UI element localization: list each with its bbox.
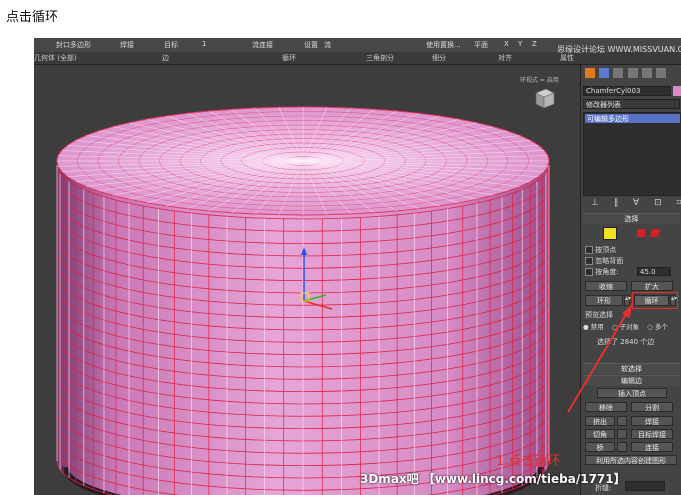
site-logo: 思缘设计论坛 WWW.MISSVUAN.COM bbox=[557, 45, 681, 54]
by-angle-label: 按角度: bbox=[595, 268, 619, 276]
object-color-swatch[interactable] bbox=[673, 86, 681, 96]
target-button[interactable]: 目标 bbox=[164, 40, 178, 50]
ribbon-triangulate[interactable]: 三角剖分 bbox=[366, 53, 394, 63]
command-panel: 思缘设计论坛 WWW.MISSVUAN.COM ChamferCyl003 修改… bbox=[557, 45, 681, 495]
target-weld-button[interactable]: 目标焊接 bbox=[631, 429, 673, 439]
flow-button[interactable]: 流 bbox=[324, 40, 331, 50]
planar-button[interactable]: 平面 bbox=[474, 40, 488, 50]
ring-button[interactable]: 环形 bbox=[585, 295, 623, 306]
ignore-backface-label: 忽略背面 bbox=[595, 257, 624, 265]
by-angle-row[interactable]: 按角度: bbox=[585, 267, 619, 277]
border-mode-icon[interactable] bbox=[637, 229, 645, 237]
stack-item-editable-poly[interactable]: 可编辑多边形 bbox=[585, 114, 680, 123]
connect-button[interactable]: 连接 bbox=[631, 442, 673, 452]
ribbon-edges[interactable]: 边 bbox=[162, 53, 169, 63]
annotation-text: 1.点击循环 bbox=[496, 454, 561, 469]
object-name-field[interactable]: ChamferCyl003 bbox=[583, 86, 671, 96]
preview-disabled-radio[interactable]: ● 禁用 bbox=[583, 323, 604, 331]
create-tab-icon[interactable] bbox=[585, 68, 595, 78]
by-vertex-row[interactable]: 按顶点 bbox=[585, 245, 616, 255]
cap-poly-button[interactable]: 封口多边形 bbox=[56, 40, 91, 50]
display-tab-icon[interactable] bbox=[641, 68, 652, 78]
chamfer-settings-button[interactable] bbox=[617, 429, 627, 439]
modifier-stack: 可编辑多边形 bbox=[583, 112, 681, 196]
panel-tab-icons bbox=[585, 68, 667, 80]
bridge-settings-button[interactable] bbox=[617, 442, 627, 452]
angle-value-field[interactable]: 45.0 bbox=[637, 267, 671, 276]
preview-options: ● 禁用 ○ 子对象 ○ 多个 bbox=[583, 321, 668, 331]
preview-select-label: 预览选择 bbox=[585, 311, 613, 319]
weld-button[interactable]: 焊接 bbox=[120, 40, 134, 50]
settings-button[interactable]: 设置 bbox=[304, 40, 318, 50]
chamfer-button[interactable]: 切角 bbox=[585, 429, 615, 439]
axis-y-button[interactable]: Y bbox=[518, 40, 522, 48]
remove-button[interactable]: 移除 bbox=[585, 402, 627, 412]
cylinder-mesh[interactable] bbox=[34, 65, 580, 495]
edge-mode-icon[interactable] bbox=[603, 227, 617, 240]
preview-multi-radio[interactable]: ○ 多个 bbox=[647, 323, 668, 331]
bridge-button[interactable]: 桥 bbox=[585, 442, 615, 452]
ribbon-loops[interactable]: 循环 bbox=[282, 53, 296, 63]
insert-vertex-button[interactable]: 插入顶点 bbox=[597, 388, 667, 398]
selected-count-text: 选择了 2840 个边 bbox=[597, 338, 655, 346]
motion-tab-icon[interactable] bbox=[627, 68, 638, 78]
crease-field[interactable] bbox=[625, 481, 665, 491]
extrude-button[interactable]: 挤出 bbox=[585, 416, 615, 426]
page-caption: 点击循环 bbox=[6, 10, 59, 25]
utilities-tab-icon[interactable] bbox=[656, 68, 667, 78]
ignore-backface-row[interactable]: 忽略背面 bbox=[585, 256, 623, 266]
edit-edges-rollout[interactable]: 编辑边 bbox=[583, 375, 680, 386]
by-vertex-label: 按顶点 bbox=[595, 246, 617, 254]
flow-connect-button[interactable]: 流连接 bbox=[252, 40, 273, 50]
axis-x-button[interactable]: X bbox=[504, 40, 509, 48]
modify-tab-icon[interactable] bbox=[599, 68, 610, 78]
preview-subobject-radio[interactable]: ○ 子对象 bbox=[612, 323, 639, 331]
stack-tool-icons[interactable]: ⊥ ∥ ∀ ⊡ ⌗ bbox=[591, 198, 681, 208]
modifier-list-dropdown[interactable]: 修改器列表 bbox=[583, 99, 680, 109]
ribbon-geometry-all[interactable]: 几何体 (全部) bbox=[34, 53, 77, 63]
weld-edge-button[interactable]: 焊接 bbox=[631, 416, 673, 426]
soft-select-rollout[interactable]: 软选择 bbox=[583, 363, 680, 374]
grow-button[interactable]: 扩大 bbox=[631, 281, 673, 291]
shrink-button[interactable]: 收缩 bbox=[585, 281, 627, 291]
loop-highlight-box bbox=[632, 292, 678, 309]
watermark-text: 3Dmax吧 【www.lincg.com/tieba/1771】 bbox=[360, 472, 626, 486]
use-displace-button[interactable]: 使用置换... bbox=[426, 40, 461, 50]
3dsmax-window: 封口多边形 焊接 目标 1 流连接 设置 流 使用置换... 平面 X Y Z … bbox=[34, 38, 681, 495]
segments-field[interactable]: 1 bbox=[202, 40, 206, 48]
ribbon-subdivide[interactable]: 细分 bbox=[432, 53, 446, 63]
split-button[interactable]: 分割 bbox=[631, 402, 673, 412]
create-shape-button[interactable]: 利用所选内容创建图形 bbox=[585, 455, 677, 465]
ribbon-align[interactable]: 对齐 bbox=[498, 53, 512, 63]
ring-spinner[interactable]: ▴▾ bbox=[624, 295, 631, 306]
perspective-viewport[interactable]: 环视式 = 启用 bbox=[34, 65, 580, 495]
extrude-settings-button[interactable] bbox=[617, 416, 627, 426]
select-rollout-header[interactable]: 选择 bbox=[583, 213, 680, 224]
polygon-mode-icon[interactable] bbox=[649, 229, 661, 237]
axis-z-button[interactable]: Z bbox=[532, 40, 537, 48]
hierarchy-tab-icon[interactable] bbox=[613, 68, 624, 78]
